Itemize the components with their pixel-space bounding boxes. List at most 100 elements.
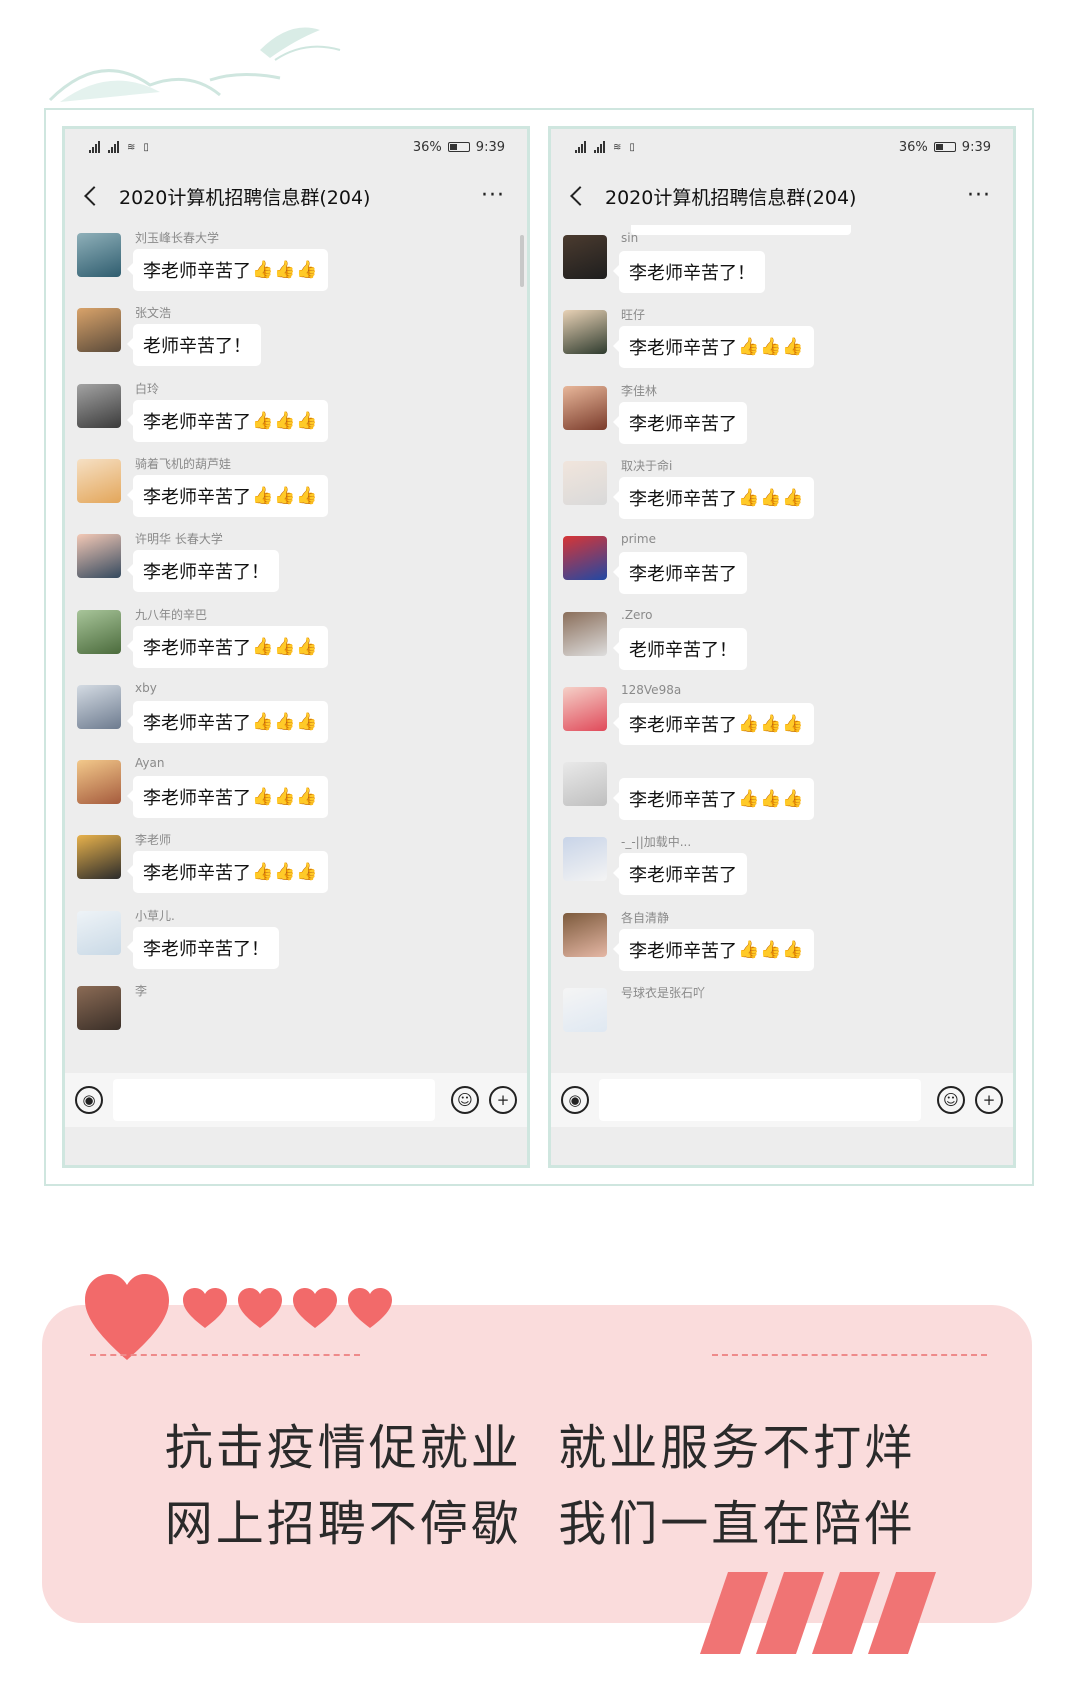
avatar[interactable] xyxy=(563,686,607,731)
sender-name: Ayan xyxy=(135,756,165,771)
avatar[interactable] xyxy=(77,383,121,428)
more-options-icon[interactable]: ··· xyxy=(967,185,991,207)
message-item: 白玲 李老师辛苦了 👍 👍 👍 xyxy=(77,380,477,454)
scrollbar[interactable] xyxy=(520,235,524,287)
message-list[interactable]: 刘玉峰长春大学 李老师辛苦了 👍 👍 👍 张文浩 老师辛苦了！ 白玲 李老师辛苦了 👍 👍 👍 骑着飞机… xyxy=(65,225,527,1073)
message-text: 李老师辛苦了 xyxy=(629,564,737,586)
thumbs-up-icon: 👍 xyxy=(738,487,760,508)
avatar[interactable] xyxy=(77,986,121,1030)
avatar[interactable] xyxy=(563,762,607,807)
message-bubble[interactable]: 李老师辛苦了 👍 👍 👍 xyxy=(127,851,328,894)
back-arrow-icon[interactable] xyxy=(84,186,104,206)
thumbs-up-icon: 👍 xyxy=(252,260,274,280)
message-bubble[interactable]: 李老师辛苦了 👍 👍 👍 xyxy=(613,702,814,745)
sender-name: 李老师 xyxy=(135,833,172,848)
heart-icon xyxy=(85,1274,169,1360)
message-bubble[interactable]: 李老师辛苦了 xyxy=(613,401,747,444)
thumbs-up-icon: 👍 xyxy=(782,337,804,358)
input-bar: ◉ ☺ + xyxy=(551,1073,1013,1127)
thumbs-up-icon: 👍 xyxy=(296,485,318,506)
message-item: xby 李老师辛苦了 👍 👍 👍 xyxy=(77,681,477,755)
avatar[interactable] xyxy=(563,235,607,279)
message-item: 刘玉峰长春大学 李老师辛苦了 👍 👍 👍 xyxy=(77,229,477,303)
chat-title: 2020计算机招聘信息群(204) xyxy=(119,186,371,209)
avatar[interactable] xyxy=(563,912,607,957)
message-input[interactable] xyxy=(113,1079,435,1121)
avatar[interactable] xyxy=(77,308,121,353)
message-bubble[interactable]: 李老师辛苦了 👍 👍 👍 xyxy=(613,326,814,369)
heart-icon xyxy=(183,1288,227,1328)
thumbs-up-icon: 👍 xyxy=(274,636,296,657)
message-text: 李老师辛苦了！ xyxy=(143,938,269,960)
dashed-line-left xyxy=(90,1354,360,1356)
plus-icon[interactable]: + xyxy=(975,1086,1003,1114)
thumbs-up-icon: 👍 xyxy=(296,787,318,808)
battery-percent: 36% xyxy=(898,139,928,155)
message-bubble[interactable]: 李老师辛苦了！ xyxy=(127,550,279,593)
vibrate-icon: ▯ xyxy=(629,141,635,153)
message-bubble[interactable]: 老师辛苦了！ xyxy=(613,627,747,670)
message-item: prime 李老师辛苦了 xyxy=(563,532,963,606)
message-item: 取决于命i 李老师辛苦了 👍 👍 👍 xyxy=(563,457,963,531)
avatar[interactable] xyxy=(563,310,607,355)
back-arrow-icon[interactable] xyxy=(570,186,590,206)
thumbs-up-icon: 👍 xyxy=(738,337,760,358)
message-item: Ayan 李老师辛苦了 👍 👍 👍 xyxy=(77,756,477,830)
heart-icon xyxy=(238,1288,282,1328)
thumbs-up-icon: 👍 xyxy=(296,862,318,883)
avatar[interactable] xyxy=(77,609,121,654)
message-item: 各自清静 李老师辛苦了 👍 👍 👍 xyxy=(563,909,963,983)
message-text: 李老师辛苦了 xyxy=(629,488,737,510)
thumbs-up-icon: 👍 xyxy=(252,410,274,431)
message-bubble[interactable]: 李老师辛苦了 xyxy=(613,853,747,896)
sender-name: 旺仔 xyxy=(621,308,646,323)
thumbs-up-icon: 👍 xyxy=(782,713,804,734)
sender-name: 张文浩 xyxy=(135,306,172,321)
avatar[interactable] xyxy=(77,835,121,880)
voice-icon[interactable]: ◉ xyxy=(75,1086,103,1114)
message-list[interactable]: sin 李老师辛苦了！ 旺仔 李老师辛苦了 👍 👍 👍 李佳林 李老师辛苦了 取决于命i 李老师辛苦… xyxy=(551,225,1013,1073)
voice-icon[interactable]: ◉ xyxy=(561,1086,589,1114)
message-bubble[interactable]: 李老师辛苦了 👍 👍 👍 xyxy=(127,776,328,819)
avatar[interactable] xyxy=(77,684,121,729)
avatar[interactable] xyxy=(563,460,607,505)
avatar[interactable] xyxy=(563,988,607,1032)
message-item: 128Ve98a 李老师辛苦了 👍 👍 👍 xyxy=(563,683,963,757)
more-options-icon[interactable]: ··· xyxy=(481,185,505,207)
message-bubble[interactable]: 李老师辛苦了 👍 👍 👍 xyxy=(613,928,814,971)
message-bubble[interactable]: 李老师辛苦了 👍 👍 👍 xyxy=(127,474,328,517)
avatar[interactable] xyxy=(77,458,121,503)
message-input[interactable] xyxy=(599,1079,921,1121)
message-bubble[interactable]: 李老师辛苦了 👍 👍 👍 xyxy=(127,249,328,291)
message-bubble[interactable]: 老师辛苦了！ xyxy=(127,324,261,367)
chat-header: 2020计算机招聘信息群(204) ··· xyxy=(65,173,527,219)
thumbs-up-icon: 👍 xyxy=(274,485,296,506)
avatar[interactable] xyxy=(563,385,607,430)
sender-name: 许明华 长春大学 xyxy=(135,532,223,547)
message-bubble[interactable]: 李老师辛苦了 xyxy=(613,552,747,595)
message-bubble[interactable]: 李老师辛苦了 👍 👍 👍 xyxy=(127,625,328,668)
avatar[interactable] xyxy=(563,611,607,656)
thumbs-up-icon: 👍 xyxy=(760,337,782,358)
avatar[interactable] xyxy=(77,534,121,579)
message-bubble[interactable]: 李老师辛苦了！ xyxy=(613,251,765,293)
message-text: 李老师辛苦了 xyxy=(629,413,737,435)
avatar[interactable] xyxy=(563,837,607,882)
message-bubble[interactable]: 李老师辛苦了 👍 👍 👍 xyxy=(127,700,328,743)
emoji-icon[interactable]: ☺ xyxy=(937,1086,965,1114)
message-text: 李老师辛苦了 xyxy=(143,712,251,734)
thumbs-up-icon: 👍 xyxy=(782,789,804,810)
message-bubble[interactable]: 李老师辛苦了 👍 👍 👍 xyxy=(613,778,814,821)
message-text: 李老师辛苦了 xyxy=(143,261,251,282)
avatar[interactable] xyxy=(77,233,121,277)
message-text: 李老师辛苦了！ xyxy=(629,263,755,284)
avatar[interactable] xyxy=(77,760,121,805)
wifi-icon: ≋ xyxy=(127,141,136,153)
avatar[interactable] xyxy=(77,910,121,955)
emoji-icon[interactable]: ☺ xyxy=(451,1086,479,1114)
message-bubble[interactable]: 李老师辛苦了 👍 👍 👍 xyxy=(127,399,328,442)
plus-icon[interactable]: + xyxy=(489,1086,517,1114)
message-bubble[interactable]: 李老师辛苦了！ xyxy=(127,926,279,969)
avatar[interactable] xyxy=(563,536,607,581)
message-bubble[interactable]: 李老师辛苦了 👍 👍 👍 xyxy=(613,476,814,519)
